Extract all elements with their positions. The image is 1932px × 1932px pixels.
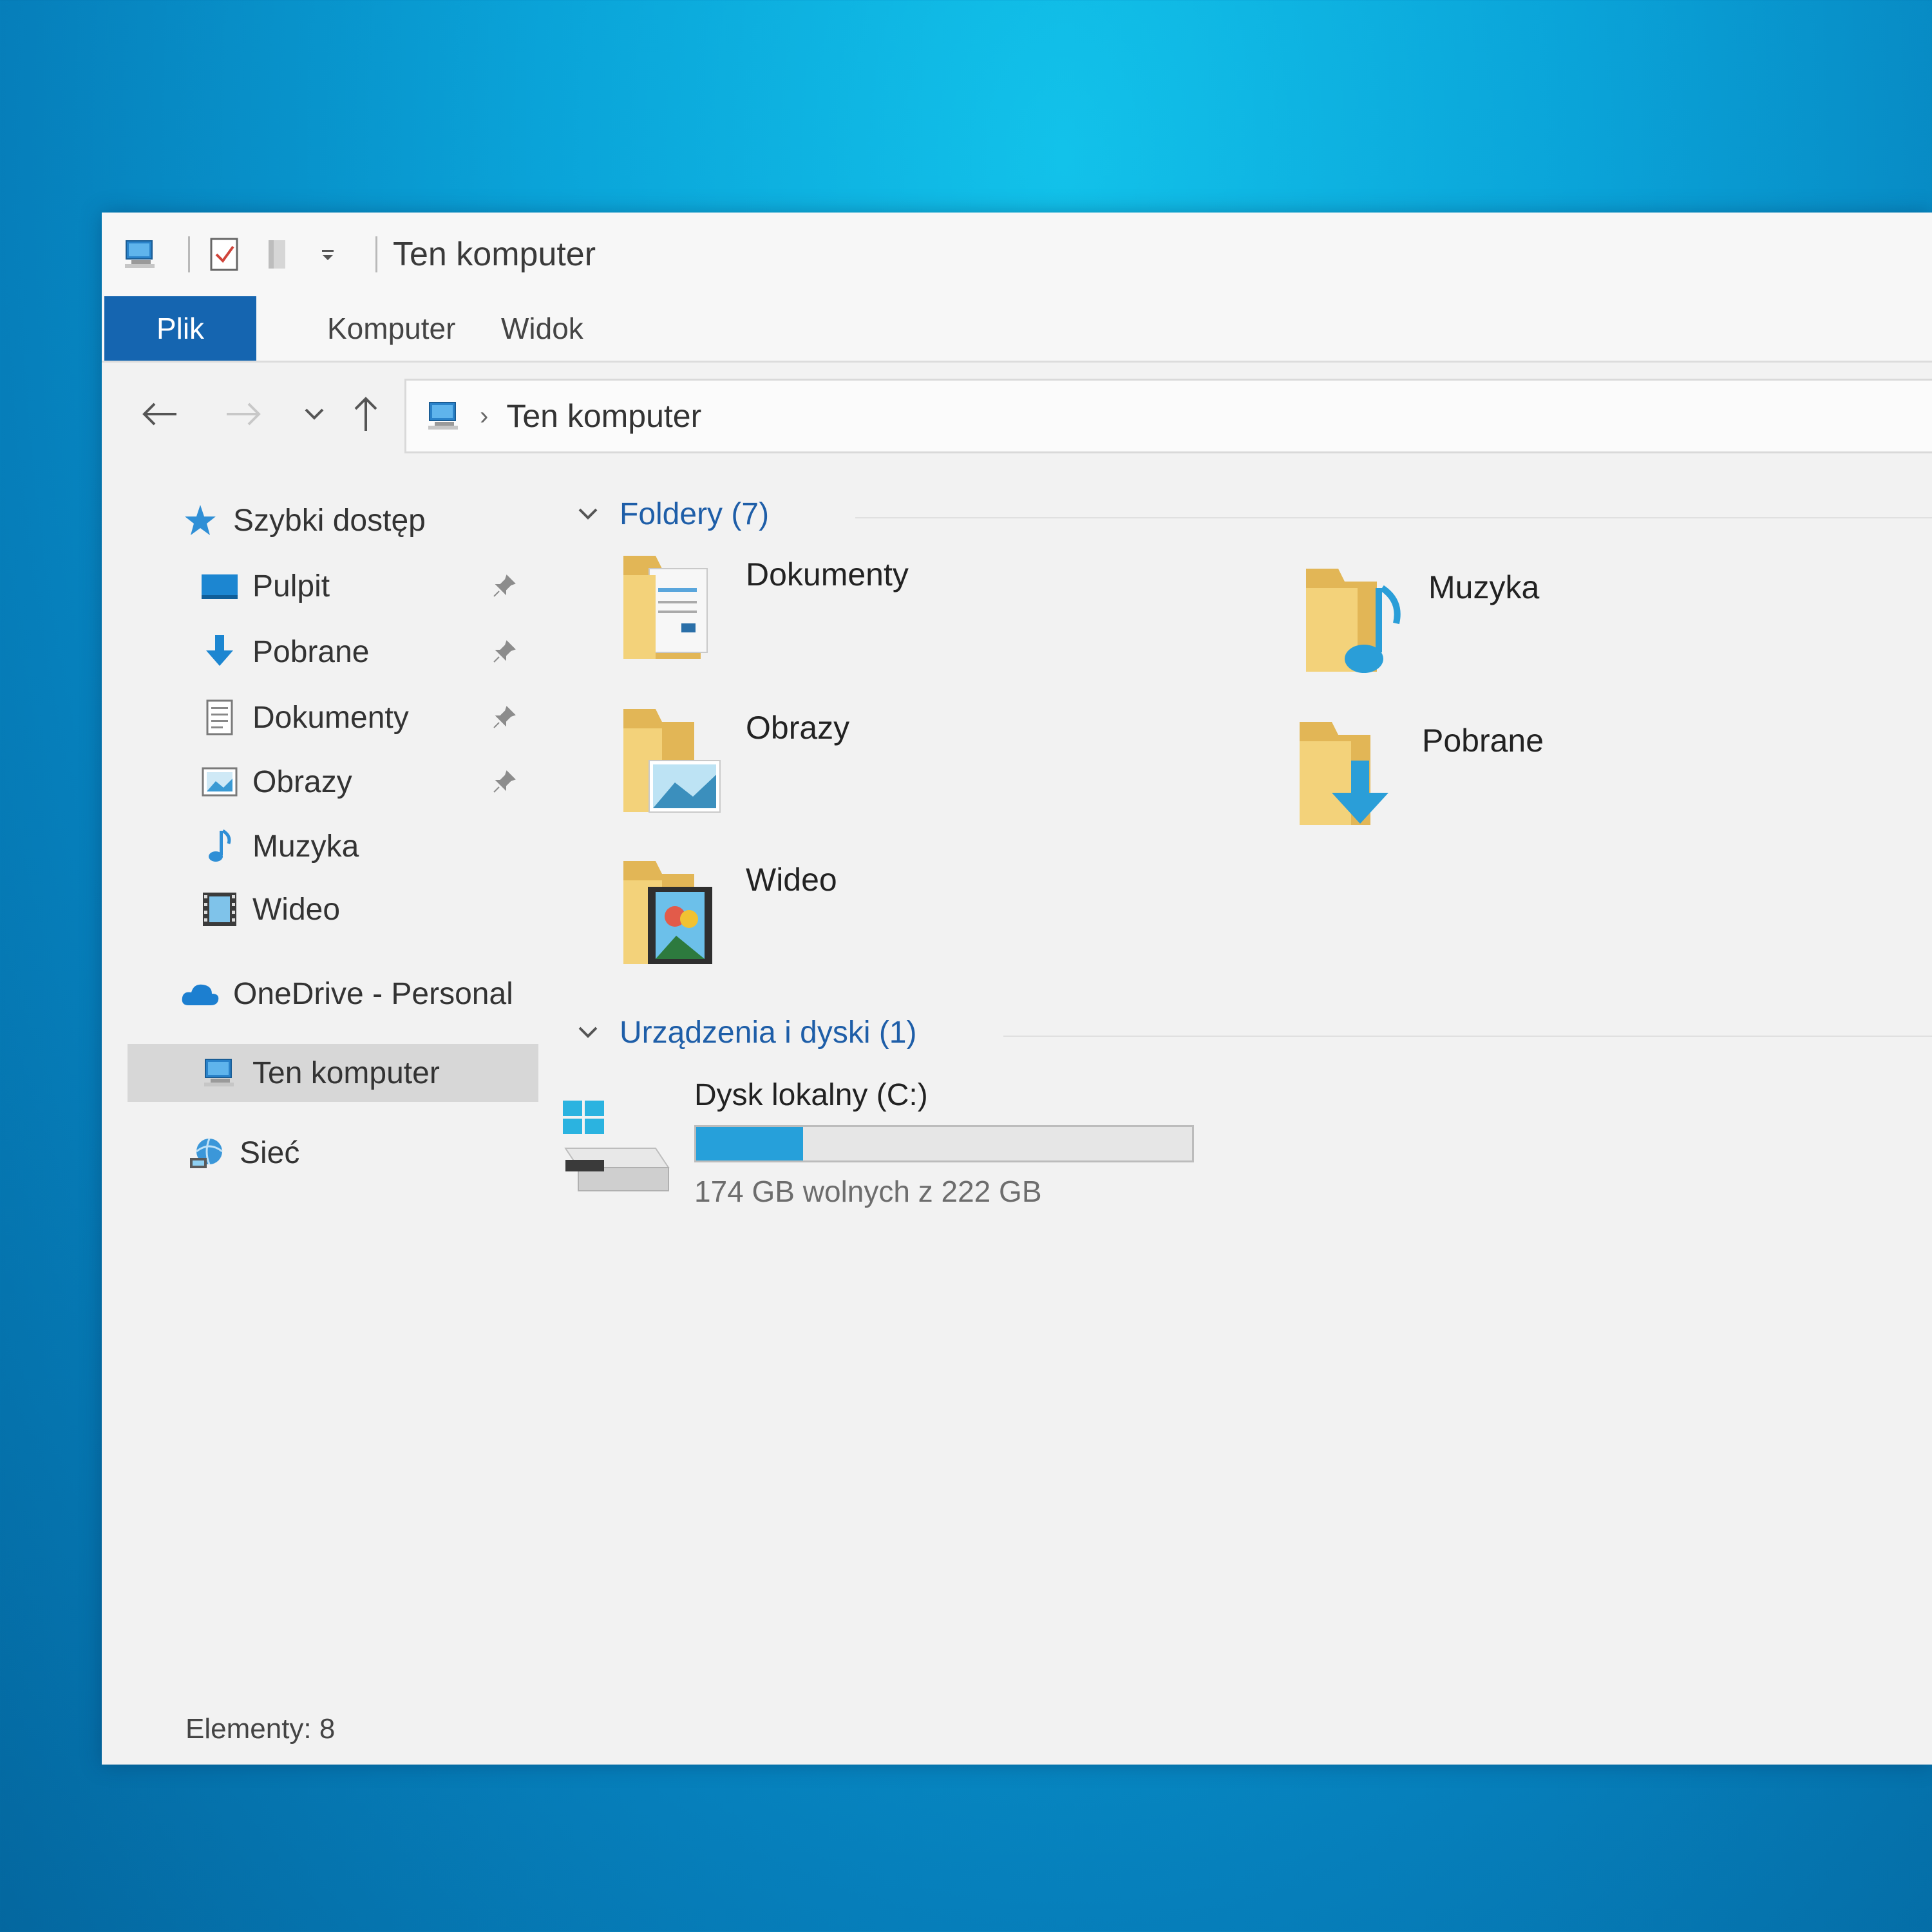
content-pane: Foldery (7) Dokumenty Muzyka Obrazy Pobr… <box>553 466 1932 1694</box>
sidebar-item-wideo[interactable]: Wideo <box>198 880 340 938</box>
cloud-icon <box>179 972 222 1015</box>
sidebar-item-label: Pobrane <box>252 634 370 669</box>
sidebar-item-label: Wideo <box>252 892 341 927</box>
chevron-right-icon: › <box>480 401 489 430</box>
sidebar-item-pobrane[interactable]: Pobrane <box>198 623 369 681</box>
network-icon <box>185 1132 228 1174</box>
recent-locations-dropdown[interactable] <box>289 388 340 440</box>
sidebar-item-quick-access[interactable]: Szybki dostęp <box>179 491 426 549</box>
computer-icon[interactable] <box>121 235 160 274</box>
folder-tile-obrazy[interactable]: Obrazy <box>617 703 1197 851</box>
video-icon <box>198 888 241 931</box>
folder-name: Pobrane <box>1422 723 1544 759</box>
group-header-label: Foldery (7) <box>620 497 770 531</box>
pin-icon[interactable] <box>488 766 520 798</box>
document-icon <box>198 696 241 739</box>
sidebar-item-label: OneDrive - Personal <box>233 976 513 1011</box>
back-button[interactable] <box>134 388 185 440</box>
up-button[interactable] <box>340 388 392 440</box>
drive-free-space: 174 GB wolnych z 222 GB <box>694 1175 1042 1208</box>
tab-widok[interactable]: Widok <box>462 296 622 361</box>
folder-tile-dokumenty[interactable]: Dokumenty <box>617 549 1197 697</box>
pin-icon[interactable] <box>488 701 520 734</box>
videos-folder-icon <box>617 855 726 971</box>
new-folder-icon[interactable] <box>257 235 296 274</box>
chevron-down-icon <box>572 498 604 530</box>
picture-icon <box>198 761 241 803</box>
group-header-label: Urządzenia i dyski (1) <box>620 1015 917 1050</box>
drive-name: Dysk lokalny (C:) <box>694 1078 928 1112</box>
folder-tile-wideo[interactable]: Wideo <box>617 855 1197 1003</box>
quick-access-toolbar: Ten komputer <box>121 232 596 277</box>
folder-name: Dokumenty <box>746 556 909 592</box>
toolbar-divider <box>188 236 190 272</box>
sidebar-item-label: Ten komputer <box>252 1056 440 1090</box>
drive-usage-fill <box>696 1127 804 1160</box>
drive-usage-bar <box>694 1125 1194 1162</box>
pin-icon[interactable] <box>488 570 520 602</box>
sidebar-item-label: Dokumenty <box>252 700 409 735</box>
computer-icon <box>426 400 462 432</box>
documents-folder-icon <box>617 549 726 665</box>
folder-name: Wideo <box>746 862 837 898</box>
downloads-folder-icon <box>1293 715 1403 831</box>
breadcrumb-item[interactable]: Ten komputer <box>506 397 701 435</box>
file-explorer-window: Ten komputer Plik Komputer Widok › Ten k… <box>102 213 1932 1765</box>
pin-icon[interactable] <box>488 636 520 668</box>
title-bar: Ten komputer <box>102 213 1932 296</box>
hard-drive-icon <box>559 1097 675 1200</box>
sidebar-item-label: Sieć <box>240 1135 300 1170</box>
folder-tile-pobrane[interactable]: Pobrane <box>1293 715 1873 864</box>
sidebar-item-label: Pulpit <box>252 569 330 603</box>
customize-dropdown-icon[interactable] <box>308 235 347 274</box>
divider <box>855 517 1932 518</box>
sidebar-item-ten-komputer[interactable]: Ten komputer <box>128 1044 538 1102</box>
folders-group-header[interactable]: Foldery (7) <box>572 491 769 536</box>
folder-name: Obrazy <box>746 710 850 746</box>
properties-check-icon[interactable] <box>205 235 244 274</box>
ribbon-tabs: Plik Komputer Widok <box>102 296 1932 363</box>
sidebar-item-obrazy[interactable]: Obrazy <box>198 753 352 811</box>
music-folder-icon <box>1300 562 1409 678</box>
devices-group-header[interactable]: Urządzenia i dyski (1) <box>572 1010 916 1055</box>
music-icon <box>198 825 241 867</box>
sidebar-item-label: Obrazy <box>252 764 352 799</box>
sidebar-item-dokumenty[interactable]: Dokumenty <box>198 688 409 746</box>
computer-icon <box>198 1052 241 1094</box>
sidebar-item-label: Szybki dostęp <box>233 503 426 538</box>
pictures-folder-icon <box>617 703 726 819</box>
status-bar: Elementy: 8 <box>102 1694 1932 1765</box>
download-icon <box>198 630 241 673</box>
forward-button[interactable] <box>218 388 269 440</box>
item-count: Elementy: 8 <box>185 1713 336 1745</box>
address-bar[interactable]: › Ten komputer <box>404 379 1932 453</box>
window-title: Ten komputer <box>393 236 596 273</box>
sidebar-item-siec[interactable]: Sieć <box>185 1124 299 1182</box>
folder-tile-muzyka[interactable]: Muzyka <box>1300 562 1879 710</box>
folder-name: Muzyka <box>1428 569 1540 605</box>
navigation-bar: › Ten komputer <box>102 363 1932 466</box>
toolbar-divider <box>375 236 377 272</box>
sidebar-item-pulpit[interactable]: Pulpit <box>198 557 330 615</box>
desktop-icon <box>198 565 241 607</box>
tab-plik[interactable]: Plik <box>104 296 256 361</box>
sidebar-item-onedrive[interactable]: OneDrive - Personal <box>179 965 513 1023</box>
chevron-down-icon <box>572 1016 604 1048</box>
sidebar-item-muzyka[interactable]: Muzyka <box>198 817 359 875</box>
navigation-pane: Szybki dostęp Pulpit Pobrane Dokumenty O… <box>102 466 540 1694</box>
sidebar-item-label: Muzyka <box>252 829 359 864</box>
drive-tile-c[interactable]: Dysk lokalny (C:) 174 GB wolnych z 222 G… <box>559 1077 1267 1219</box>
divider <box>1003 1036 1932 1037</box>
star-icon <box>179 499 222 542</box>
